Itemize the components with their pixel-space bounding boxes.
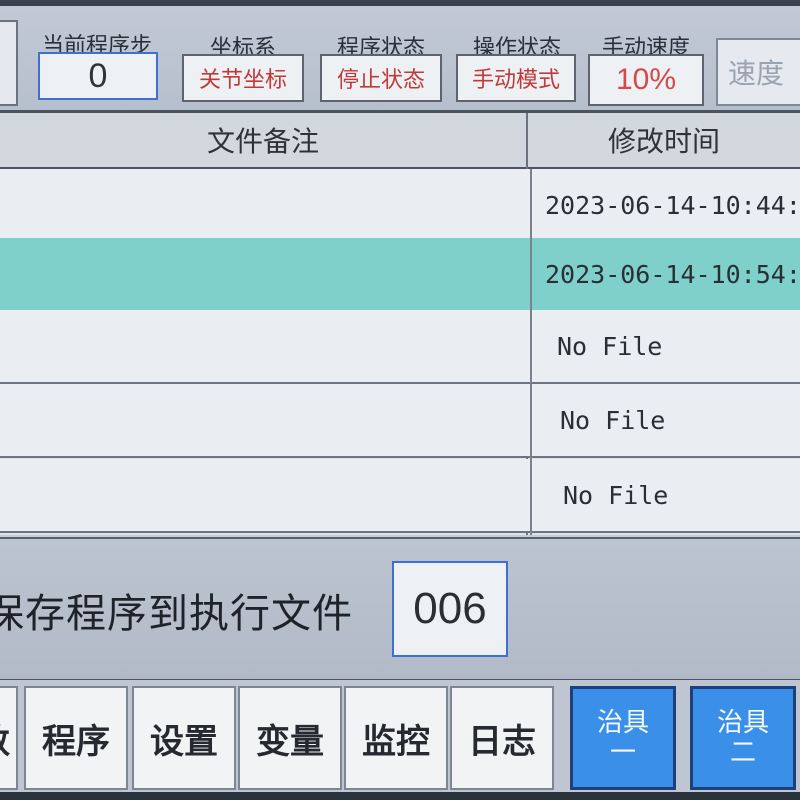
row-time: 2023-06-14-10:44: [545, 190, 800, 220]
table-row[interactable]: No File [0, 459, 800, 533]
save-program-row: 保存程序到执行文件 006 [0, 537, 800, 682]
fixture-two-number: 二 [729, 738, 756, 768]
table-row[interactable]: 2023-06-14-10:44: [0, 169, 800, 243]
row-time: 2023-06-14-10:54: [545, 259, 800, 289]
row-divider [530, 169, 532, 535]
table-row[interactable]: No File [0, 310, 800, 384]
screen-bezel-bottom [0, 792, 800, 800]
column-header-time: 修改时间 [607, 125, 720, 158]
fixture-one-label: 治具 [596, 708, 649, 738]
fixture-two-button[interactable]: 治具 二 [690, 686, 796, 790]
screen-bezel-top [0, 0, 800, 6]
column-header-note: 文件备注 [206, 125, 319, 158]
fixture-one-button[interactable]: 治具 一 [570, 686, 676, 790]
save-program-label: 保存程序到执行文件 [0, 591, 353, 637]
nav-button-log[interactable]: 日志 [450, 686, 554, 790]
speed-button[interactable]: 速度 [716, 38, 800, 106]
nav-button-monitor[interactable]: 监控 [344, 686, 448, 790]
row-time: No File [557, 331, 663, 361]
status-bar: 当前程序步 0 坐标系 关节坐标 程序状态 停止状态 操作状态 手动模式 手动速… [0, 0, 800, 113]
nav-button-settings[interactable]: 设置 [132, 686, 236, 790]
execution-file-number[interactable]: 006 [392, 561, 508, 657]
nav-button-program[interactable]: 程序 [24, 686, 128, 790]
program-step-value[interactable]: 0 [38, 52, 158, 100]
program-state-value: 停止状态 [320, 54, 442, 102]
manual-speed-value[interactable]: 10% [588, 54, 704, 106]
row-time: No File [563, 480, 669, 510]
operation-state-value[interactable]: 手动模式 [456, 54, 576, 102]
nav-button-partial[interactable]: 数 [0, 686, 18, 790]
nav-button-variables[interactable]: 变量 [238, 686, 342, 790]
fixture-one-number: 一 [609, 738, 636, 768]
row-time: No File [560, 405, 666, 435]
coord-system-value[interactable]: 关节坐标 [182, 54, 304, 102]
left-edge-button[interactable] [0, 20, 18, 106]
table-row[interactable]: No File [0, 384, 800, 458]
file-table: 文件备注 修改时间 2023-06-14-10:44: 2023-06-14-1… [0, 113, 800, 535]
table-header: 文件备注 修改时间 [0, 113, 800, 170]
hmi-screen: 当前程序步 0 坐标系 关节坐标 程序状态 停止状态 操作状态 手动模式 手动速… [0, 0, 800, 800]
fixture-two-label: 治具 [716, 708, 769, 738]
table-row-selected[interactable]: 2023-06-14-10:54: [0, 238, 800, 312]
bottom-nav: 数 程序 设置 变量 监控 日志 治具 一 治具 二 [0, 680, 800, 800]
